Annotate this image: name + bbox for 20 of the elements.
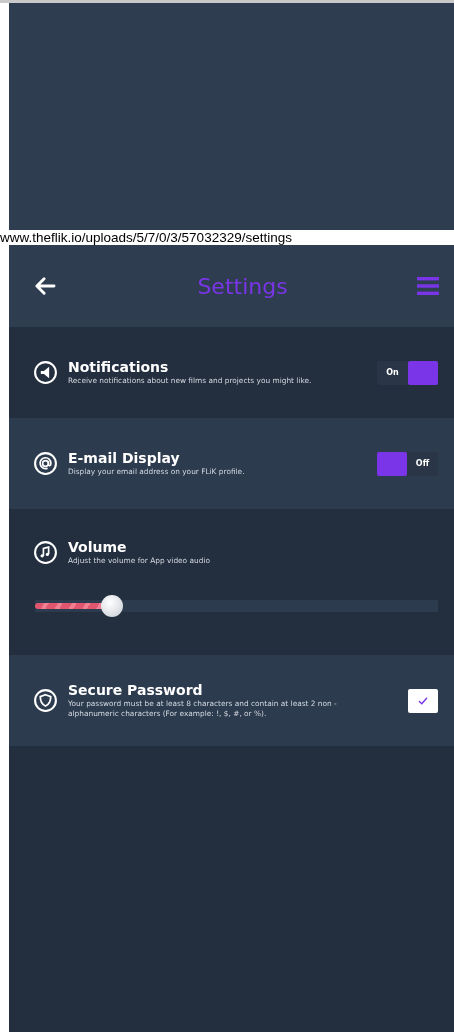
toggle-knob bbox=[408, 360, 438, 385]
toggle-knob bbox=[377, 451, 407, 476]
at-sign-icon bbox=[33, 451, 58, 476]
setting-title: E-mail Display bbox=[68, 450, 181, 467]
toggle-switch[interactable]: Off bbox=[377, 451, 438, 476]
toggle-switch[interactable]: On bbox=[377, 360, 438, 385]
checkbox[interactable] bbox=[408, 688, 438, 713]
setting-title: Secure Password bbox=[68, 682, 204, 699]
setting-title: Volume bbox=[68, 539, 128, 556]
toggle-label: On bbox=[385, 367, 400, 379]
setting-title: Notifications bbox=[68, 359, 170, 376]
checkmark-icon bbox=[418, 696, 428, 705]
music-note-icon bbox=[33, 540, 58, 565]
slider-thumb[interactable] bbox=[100, 595, 123, 617]
toggle-label: Off bbox=[414, 458, 431, 470]
shield-icon bbox=[33, 688, 58, 713]
speaker-icon bbox=[33, 360, 58, 385]
url-caption: www.theflik.io/uploads/5/7/0/3/57032329/settings bbox=[0, 230, 293, 245]
back-arrow-icon[interactable] bbox=[34, 277, 56, 295]
page-title: Settings bbox=[197, 273, 288, 299]
